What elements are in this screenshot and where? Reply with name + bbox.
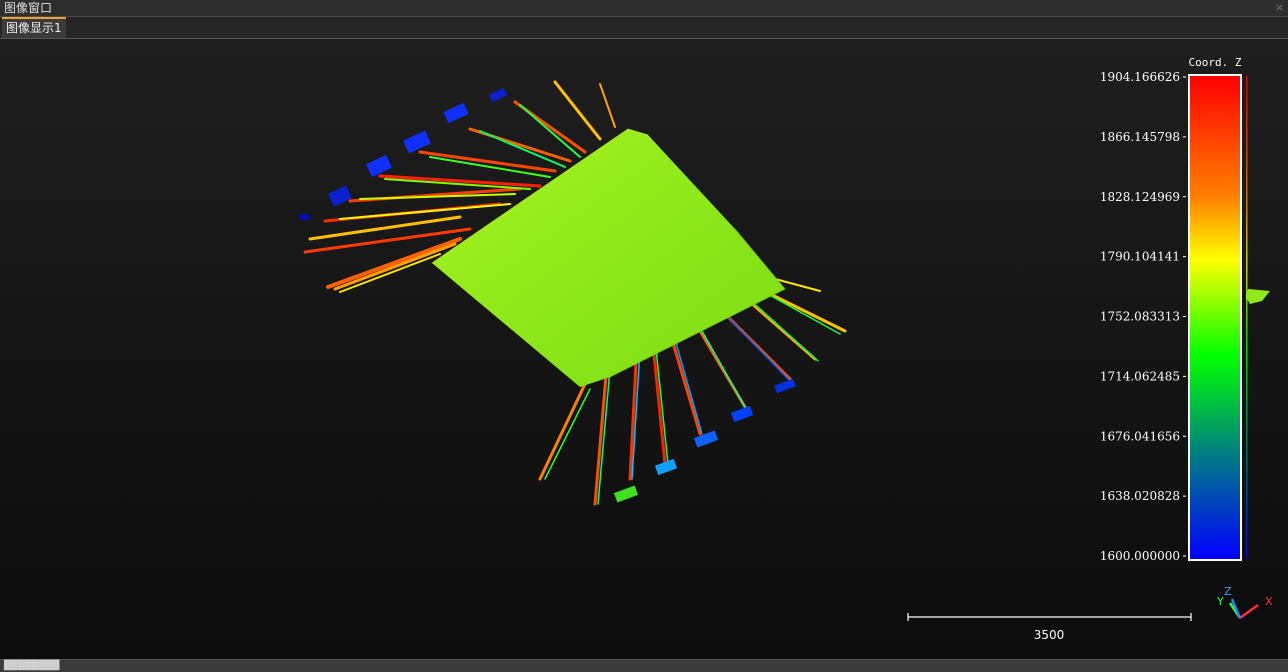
upper-blue-clusters: [300, 87, 507, 220]
axis-x-label: X: [1265, 595, 1273, 608]
colorbar-title: Coord. Z: [1189, 56, 1242, 69]
colorbar-histogram: [1246, 76, 1248, 559]
window-titlebar: 图像窗口 ×: [0, 0, 1288, 17]
colorbar: Coord. Z 1904.166626 1866.145798 1828.1249…: [1100, 56, 1248, 563]
colorbar-tick-label: 1638.020828: [1100, 489, 1180, 503]
colorbar-gradient: [1190, 76, 1240, 559]
scale-bar-label: 3500: [1034, 628, 1065, 642]
close-icon[interactable]: ×: [1275, 0, 1284, 15]
axis-y-label: Y: [1216, 595, 1224, 608]
lower-clusters: [613, 378, 796, 503]
scale-bar: 3500: [907, 613, 1192, 642]
colorbar-ticks: 1904.166626 1866.145798 1828.124969 1790.10…: [1100, 70, 1186, 563]
side-fragment: [1246, 289, 1270, 304]
point-cloud-canvas[interactable]: Coord. Z 1904.166626 1866.145798 1828.1249…: [0, 39, 1288, 659]
colorbar-tick-label: 1676.041656: [1100, 429, 1180, 443]
axis-z-label: Z: [1224, 585, 1232, 598]
status-text: ████████: [4, 661, 60, 671]
colorbar-tick-label: 1790.104141: [1100, 250, 1180, 264]
status-bar: ████████: [0, 659, 1288, 672]
point-cloud-viewport[interactable]: Coord. Z 1904.166626 1866.145798 1828.1249…: [0, 39, 1288, 659]
tab-bar: 图像显示1: [0, 17, 1288, 39]
window-title: 图像窗口: [4, 1, 53, 15]
colorbar-tick-label: 1600.000000: [1100, 549, 1180, 563]
colorbar-tick-label: 1904.166626: [1100, 70, 1180, 84]
colorbar-tick-label: 1866.145798: [1100, 130, 1180, 144]
colorbar-tick-label: 1714.062485: [1100, 369, 1180, 383]
tab-image-display-1[interactable]: 图像显示1: [2, 17, 66, 38]
main-plate: [432, 129, 785, 387]
colorbar-tick-label: 1828.124969: [1100, 190, 1180, 204]
axis-triad-icon: X Y Z: [1216, 585, 1273, 620]
colorbar-tick-label: 1752.083313: [1100, 310, 1180, 324]
